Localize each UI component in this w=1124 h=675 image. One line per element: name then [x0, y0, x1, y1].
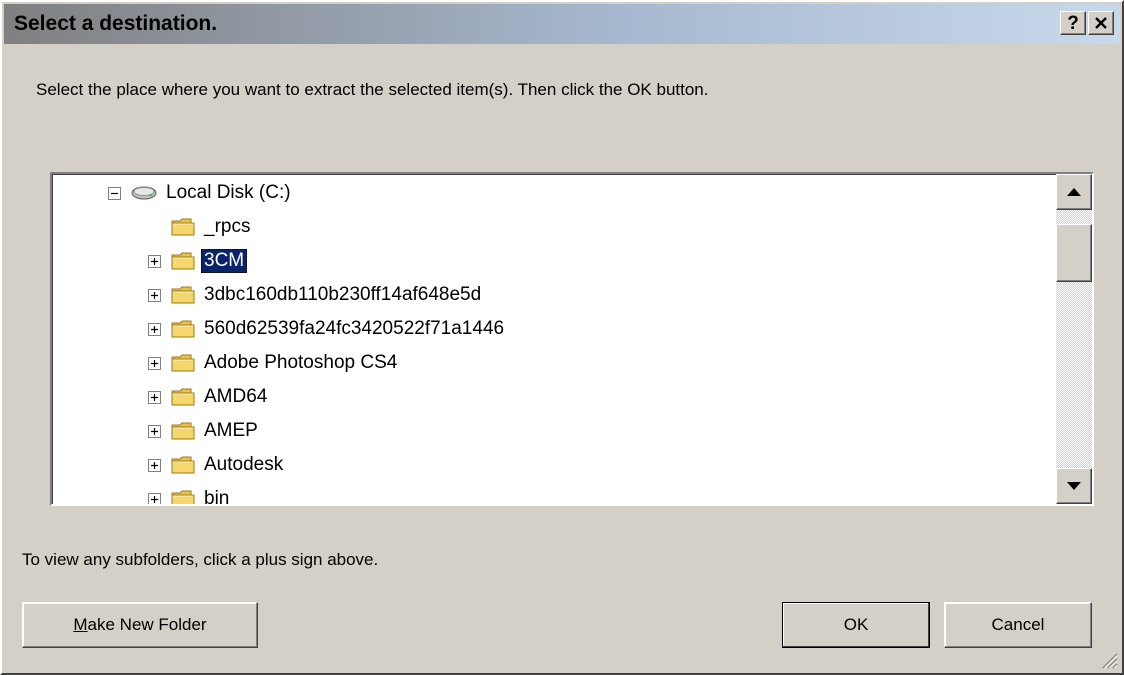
tree-item-label: AMD64	[204, 386, 268, 407]
folder-icon	[171, 489, 195, 504]
expand-icon[interactable]	[148, 356, 161, 370]
tree-item[interactable]: Adobe Photoshop CS4	[148, 346, 400, 380]
resize-grip-icon[interactable]	[1098, 649, 1118, 669]
folder-tree-viewport: Local Disk (C:) _rpcs 3CM 3dbc160db110b230…	[52, 174, 1056, 504]
expand-icon[interactable]	[148, 322, 161, 336]
instructions-text: Select the place where you want to extra…	[36, 80, 709, 99]
select-destination-dialog: Select a destination. ? Select the place…	[0, 0, 1124, 675]
collapse-icon[interactable]	[108, 186, 121, 200]
help-button[interactable]: ?	[1060, 11, 1086, 35]
tree-item-label: AMEP	[204, 420, 258, 441]
scrollbar-thumb[interactable]	[1056, 224, 1092, 282]
tree-item[interactable]: bin	[148, 482, 232, 504]
close-button[interactable]	[1088, 11, 1114, 35]
tree-item[interactable]: 3dbc160db110b230ff14af648e5d	[148, 278, 484, 312]
folder-icon	[171, 251, 195, 271]
tree-root-disk[interactable]: Local Disk (C:)	[108, 176, 294, 210]
make-new-folder-button[interactable]: Make New Folder	[22, 602, 258, 648]
tree-root-label: Local Disk (C:)	[166, 182, 291, 203]
hard-disk-icon	[131, 184, 157, 202]
arrow-up-icon	[1067, 188, 1081, 196]
cancel-button[interactable]: Cancel	[944, 602, 1092, 648]
title-bar[interactable]: Select a destination. ?	[4, 4, 1120, 44]
tree-item-label: Autodesk	[204, 454, 284, 475]
folder-icon	[171, 217, 195, 237]
folder-icon	[171, 319, 195, 339]
folder-icon	[171, 421, 195, 441]
dialog-title: Select a destination.	[14, 12, 218, 35]
scroll-up-button[interactable]	[1056, 174, 1092, 210]
folder-icon	[171, 387, 195, 407]
vertical-scrollbar[interactable]	[1056, 174, 1092, 504]
expand-icon[interactable]	[148, 288, 161, 302]
folder-icon	[171, 455, 195, 475]
expand-icon[interactable]	[148, 390, 161, 404]
tree-item-label: 3dbc160db110b230ff14af648e5d	[204, 284, 482, 305]
tree-item-label: 560d62539fa24fc3420522f71a1446	[204, 318, 505, 339]
folder-icon	[171, 353, 195, 373]
subfolder-hint: To view any subfolders, click a plus sig…	[22, 550, 379, 569]
tree-item-label: bin	[204, 488, 230, 504]
expand-icon[interactable]	[148, 424, 161, 438]
tree-item-label: Adobe Photoshop CS4	[204, 352, 398, 373]
folder-tree[interactable]: Local Disk (C:) _rpcs 3CM 3dbc160db110b230…	[50, 172, 1094, 506]
tree-item[interactable]: AMEP	[148, 414, 261, 448]
tree-item[interactable]: Autodesk	[148, 448, 286, 482]
expand-icon[interactable]	[148, 492, 161, 504]
tree-item-label: _rpcs	[204, 216, 251, 237]
scroll-down-button[interactable]	[1056, 468, 1092, 504]
folder-icon	[171, 285, 195, 305]
arrow-down-icon	[1067, 482, 1081, 490]
make-new-folder-accelerator: M	[73, 615, 88, 634]
tree-item[interactable]: AMD64	[148, 380, 270, 414]
make-new-folder-label: ake New Folder	[87, 615, 207, 634]
close-icon	[1095, 17, 1107, 29]
tree-item[interactable]: _rpcs	[148, 210, 253, 244]
tree-item[interactable]: 3CM	[148, 244, 248, 278]
tree-item-label: 3CM	[201, 249, 248, 273]
tree-item[interactable]: 560d62539fa24fc3420522f71a1446	[148, 312, 507, 346]
ok-button[interactable]: OK	[782, 602, 930, 648]
question-mark-icon: ?	[1067, 12, 1079, 34]
expand-icon[interactable]	[148, 254, 161, 268]
expand-icon[interactable]	[148, 458, 161, 472]
